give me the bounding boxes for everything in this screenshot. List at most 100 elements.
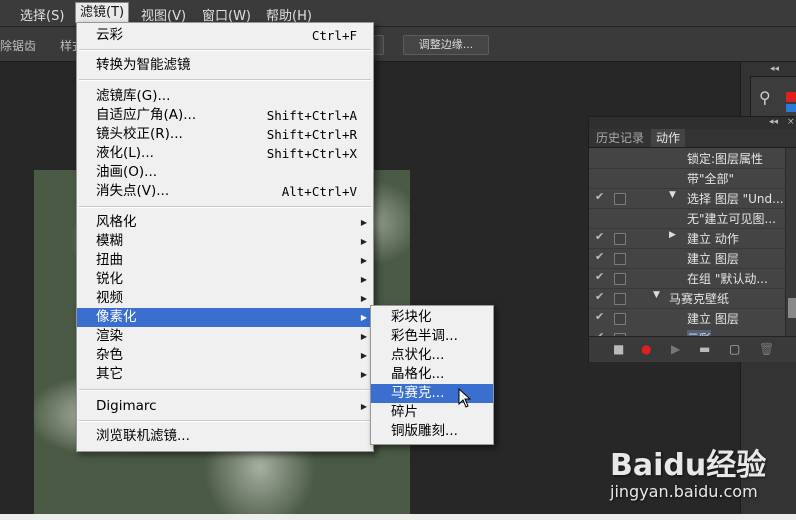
menu-item-convert-smart-filter[interactable]: 转换为智能滤镜 (77, 56, 373, 75)
menu-item-label: 镜头校正(R)... (96, 126, 183, 142)
refine-edge-button[interactable]: 调整边缘... (403, 35, 489, 55)
menu-item-label: 其它 (96, 366, 123, 382)
menu-item-oil-paint[interactable]: 油画(O)... (77, 163, 373, 182)
scrollbar-thumb[interactable] (788, 298, 796, 318)
submenu-arrow-icon: ▶ (360, 294, 367, 303)
background-color-swatch[interactable] (786, 104, 796, 112)
menu-item-distort[interactable]: 扭曲 ▶ (77, 251, 373, 270)
menu-item-vanishing-point[interactable]: 消失点(V)... Alt+Ctrl+V (77, 182, 373, 201)
menu-item-noise[interactable]: 杂色 ▶ (77, 346, 373, 365)
expand-down-icon[interactable]: ▼ (669, 190, 676, 200)
menu-item-label: 马赛克... (391, 385, 445, 401)
tab-actions[interactable]: 动作 (651, 129, 686, 147)
menu-item-label: 自适应广角(A)... (96, 107, 197, 123)
submenu-arrow-icon: ▶ (360, 218, 367, 227)
list-item[interactable]: ✔ 建立 图层 (589, 248, 785, 269)
record-icon[interactable]: ● (641, 342, 651, 356)
menu-item-blur[interactable]: 模糊 ▶ (77, 232, 373, 251)
dialog-toggle[interactable] (614, 273, 626, 285)
menu-filter[interactable]: 滤镜(T) (75, 2, 130, 23)
menu-separator (79, 420, 371, 422)
menu-item-label: 铜版雕刻... (391, 423, 458, 439)
submenu-item-mezzotint[interactable]: 铜版雕刻... (371, 422, 493, 441)
checkmark-icon[interactable]: ✔ (595, 270, 604, 283)
panel-header: ◂◂ × (589, 117, 796, 129)
menu-item-digimarc[interactable]: Digimarc ▶ (77, 397, 373, 416)
dialog-toggle[interactable] (614, 233, 626, 245)
submenu-item-mosaic[interactable]: 马赛克... (371, 384, 493, 403)
list-item-selected[interactable]: ✔ 云彩 (589, 328, 785, 336)
new-action-icon[interactable]: ▢ (729, 342, 740, 356)
menu-item-label: 彩块化 (391, 309, 432, 325)
submenu-item-facet[interactable]: 彩块化 (371, 308, 493, 327)
tab-history[interactable]: 历史记录 (591, 129, 649, 147)
checkmark-icon[interactable]: ✔ (595, 230, 604, 243)
menu-item-filter-gallery[interactable]: 滤镜库(G)... (77, 87, 373, 106)
menu-item-other[interactable]: 其它 ▶ (77, 365, 373, 384)
submenu-item-pointillize[interactable]: 点状化... (371, 346, 493, 365)
watermark-url: jingyan.baidu.com (610, 482, 758, 501)
menu-item-browse-online-filters[interactable]: 浏览联机滤镜... (77, 427, 373, 446)
foreground-color-swatch[interactable] (786, 92, 796, 102)
dialog-toggle[interactable] (614, 313, 626, 325)
menu-item-label: 晶格化... (391, 366, 445, 382)
list-item[interactable]: ✔ 在组 "默认动... (589, 268, 785, 289)
menu-item-pixelate[interactable]: 像素化 ▶ (77, 308, 373, 327)
menu-item-video[interactable]: 视频 ▶ (77, 289, 373, 308)
collapse-icon[interactable]: ◂◂ (769, 117, 778, 127)
list-item[interactable]: 带"全部" (589, 168, 785, 189)
checkmark-icon[interactable]: ✔ (595, 250, 604, 263)
menu-item-adaptive-wide-angle[interactable]: 自适应广角(A)... Shift+Ctrl+A (77, 106, 373, 125)
submenu-arrow-icon: ▶ (360, 351, 367, 360)
submenu-item-fragment[interactable]: 碎片 (371, 403, 493, 422)
menu-item-label: 碎片 (391, 404, 418, 420)
action-step-label: 在组 "默认动... (687, 272, 768, 286)
new-set-folder-icon[interactable]: ▬ (699, 342, 710, 356)
shortcut-label: Ctrl+F (311, 28, 357, 43)
trash-icon[interactable]: 🗑 (759, 342, 774, 356)
shortcut-label: Shift+Ctrl+X (266, 146, 357, 161)
menu-item-liquify[interactable]: 液化(L)... Shift+Ctrl+X (77, 144, 373, 163)
list-item[interactable]: ✔ ▼ 马赛克壁纸 (589, 288, 785, 309)
menu-item-last-filter[interactable]: 云彩 Ctrl+F (77, 26, 373, 45)
submenu-item-crystallize[interactable]: 晶格化... (371, 365, 493, 384)
dialog-toggle[interactable] (614, 293, 626, 305)
menu-separator (79, 206, 371, 208)
list-item[interactable]: 锁定:图层属性 (589, 148, 785, 169)
dialog-toggle[interactable] (614, 253, 626, 265)
close-icon[interactable]: × (787, 117, 795, 127)
menu-select[interactable]: 选择(S) (20, 5, 64, 24)
submenu-arrow-icon: ▶ (360, 402, 367, 411)
stop-icon[interactable]: ■ (613, 342, 624, 356)
list-item[interactable]: ✔ ▼ 选择 图层 "Und... (589, 188, 785, 209)
checkmark-icon[interactable]: ✔ (595, 190, 604, 203)
menu-separator (79, 79, 371, 81)
collapse-icon[interactable]: ◂◂ (770, 64, 779, 74)
action-name-label: 马赛克壁纸 (669, 292, 730, 306)
menu-item-render[interactable]: 渲染 ▶ (77, 327, 373, 346)
expand-right-icon[interactable]: ▶ (669, 230, 676, 240)
list-item[interactable]: ✔ ▶ 建立 动作 (589, 228, 785, 249)
action-step-label: 建立 图层 (687, 312, 739, 326)
submenu-arrow-icon: ▶ (360, 275, 367, 284)
panel-scrollbar[interactable] (785, 148, 796, 336)
play-icon[interactable]: ▶ (671, 342, 680, 356)
expand-down-icon[interactable]: ▼ (653, 290, 660, 300)
watermark-brand: Baidu经验 (610, 448, 767, 483)
menu-item-lens-correction[interactable]: 镜头校正(R)... Shift+Ctrl+R (77, 125, 373, 144)
list-item[interactable]: ✔ 建立 图层 (589, 308, 785, 329)
list-item[interactable]: 无"建立可见图... (589, 208, 785, 229)
submenu-item-color-halftone[interactable]: 彩色半调... (371, 327, 493, 346)
dialog-toggle[interactable] (614, 193, 626, 205)
menu-item-sharpen[interactable]: 锐化 ▶ (77, 270, 373, 289)
shortcut-label: Alt+Ctrl+V (281, 184, 357, 199)
actions-toolbar: ■ ● ▶ ▬ ▢ 🗑 (589, 336, 796, 362)
menu-item-label: 点状化... (391, 347, 445, 363)
antialias-checkbox-label[interactable]: 除锯齿 (0, 37, 36, 54)
tool-preset-icon[interactable]: ⚲ (759, 88, 771, 107)
checkmark-icon[interactable]: ✔ (595, 290, 604, 303)
menu-item-stylize[interactable]: 风格化 ▶ (77, 213, 373, 232)
checkmark-icon[interactable]: ✔ (595, 310, 604, 323)
menu-item-label: 渲染 (96, 328, 123, 344)
action-step-label: 锁定:图层属性 (687, 152, 764, 166)
